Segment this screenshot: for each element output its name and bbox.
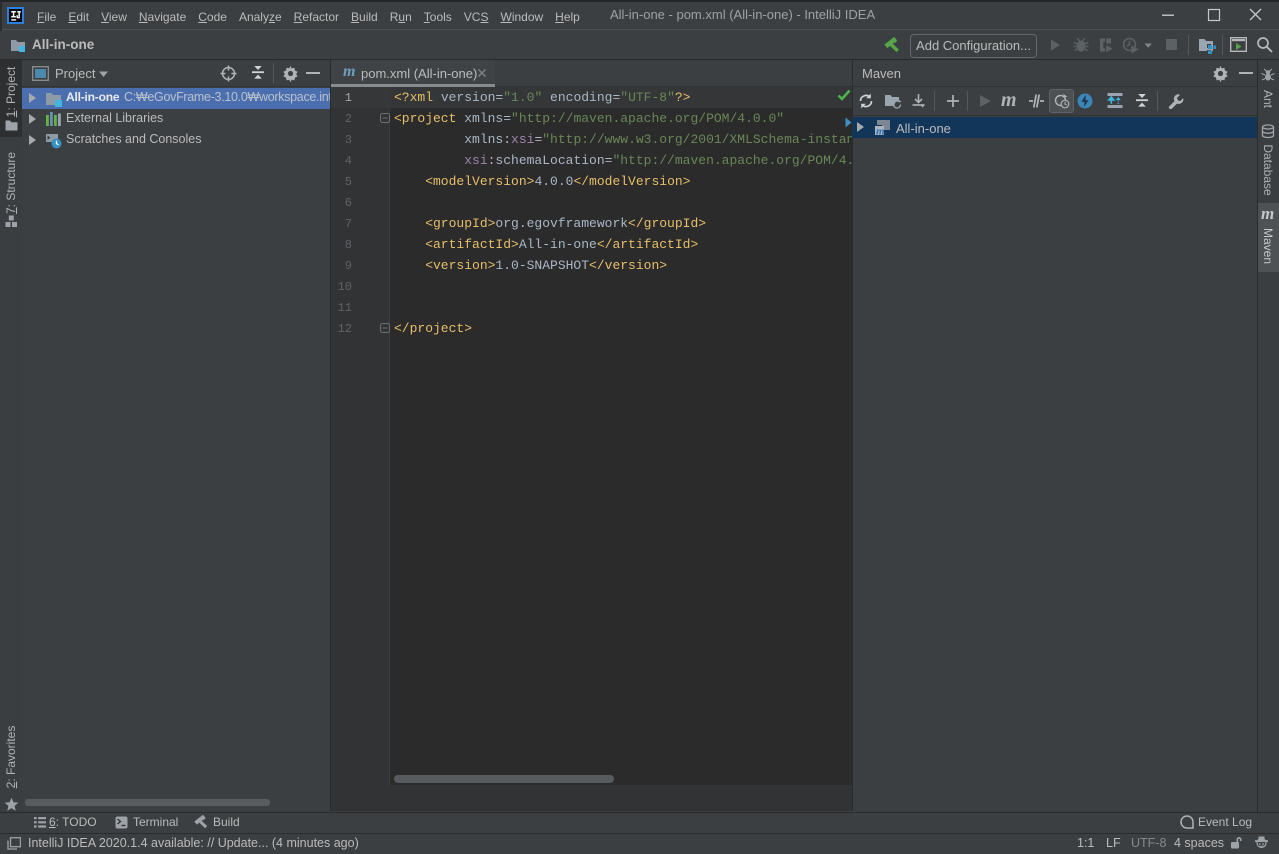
svg-text:m: m bbox=[876, 126, 885, 137]
